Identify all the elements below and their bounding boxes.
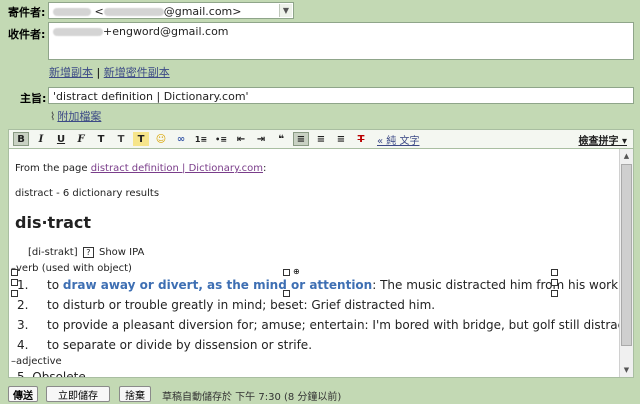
selection-handle[interactable]: [11, 269, 18, 276]
font-size-button[interactable]: T: [93, 132, 109, 146]
def-text: to separate or divide by dissension or s…: [47, 338, 313, 352]
pronunciation-line: [di-strakt] ? Show IPA: [28, 247, 144, 258]
numbered-list-icon[interactable]: 1≡: [193, 132, 209, 146]
plain-text-link[interactable]: « 純 文字: [377, 132, 419, 147]
def-number: 2.: [17, 298, 29, 312]
selection-handle[interactable]: [551, 269, 558, 276]
highlight-color-button[interactable]: T: [133, 132, 149, 146]
link-icon[interactable]: ∞: [173, 132, 189, 146]
message-body-editor[interactable]: From the page distract definition | Dict…: [8, 149, 634, 378]
headword: dis·tract: [15, 213, 92, 232]
scroll-down-icon[interactable]: ▼: [620, 363, 633, 377]
quote-icon[interactable]: ❝: [273, 132, 289, 146]
source-link[interactable]: distract definition | Dictionary.com: [91, 163, 263, 174]
bulleted-list-icon[interactable]: •≡: [213, 132, 229, 146]
remove-formatting-icon[interactable]: T: [353, 132, 369, 146]
to-user-blurred: [53, 28, 103, 36]
help-icon[interactable]: ?: [82, 247, 94, 258]
add-bcc-link[interactable]: 新增密件副本: [104, 66, 170, 79]
from-name-blurred: [53, 8, 91, 16]
def-text: to disturb or trouble greatly in mind; b…: [47, 298, 436, 312]
outdent-icon[interactable]: ⇤: [233, 132, 249, 146]
add-cc-link[interactable]: 新增副本: [49, 66, 93, 79]
autosave-status: 草稿自動儲存於 下午 7:30 (8 分鐘以前): [162, 392, 342, 403]
show-ipa[interactable]: Show IPA: [99, 247, 144, 258]
def-text: to provide a pleasant diversion for; amu…: [47, 318, 634, 332]
results-count: distract - 6 dictionary results: [15, 188, 160, 199]
def-emphasis: draw away or divert, as the mind or atte…: [62, 278, 373, 292]
emoticon-icon[interactable]: ☺: [153, 132, 169, 146]
from-user-blurred: [103, 8, 164, 16]
list-item: 4. to separate or divide by dissension or…: [17, 338, 312, 352]
rotate-handle-icon[interactable]: ⊕: [293, 267, 300, 276]
list-item: 3. to provide a pleasant diversion for; a…: [17, 318, 634, 332]
align-left-icon[interactable]: ≡: [293, 132, 309, 146]
def-number: 4.: [17, 338, 29, 352]
from-email-suffix: @gmail.com>: [163, 5, 242, 18]
send-button[interactable]: 傳送: [8, 386, 38, 402]
align-center-icon[interactable]: ≡: [313, 132, 329, 146]
selection-handle[interactable]: [551, 290, 558, 297]
scroll-thumb[interactable]: [621, 164, 632, 346]
pronunciation: [di-strakt]: [28, 247, 78, 258]
from-page-prefix: From the page: [15, 163, 91, 174]
from-page-suffix: :: [263, 163, 267, 174]
def-example: : The music distracted him from his work…: [372, 278, 622, 292]
formatting-toolbar: B I U F T T T ☺ ∞ 1≡ •≡ ⇤ ⇥ ❝ ≡ ≡ ≡ T « …: [8, 129, 634, 149]
selection-handle[interactable]: [11, 279, 18, 286]
from-open-bracket: <: [94, 5, 104, 18]
selection-handle[interactable]: [283, 269, 290, 276]
def-text: to: [47, 278, 63, 292]
list-item: 1. to draw away or divert, as the mind or…: [17, 278, 622, 292]
def-number: 3.: [17, 318, 29, 332]
pos-verb: –verb (used with object): [11, 263, 132, 274]
to-value: +engword@gmail.com: [103, 25, 229, 38]
editor-scrollbar[interactable]: ▲ ▼: [619, 149, 633, 377]
indent-icon[interactable]: ⇥: [253, 132, 269, 146]
to-field[interactable]: +engword@gmail.com: [48, 22, 634, 60]
align-right-icon[interactable]: ≡: [333, 132, 349, 146]
font-button[interactable]: F: [73, 132, 89, 146]
chevron-down-icon[interactable]: ▼: [279, 4, 292, 17]
def-number: 1.: [17, 278, 29, 292]
italic-button[interactable]: I: [33, 132, 49, 146]
from-select[interactable]: < <@gmail.com> ▼: [48, 2, 294, 19]
underline-button[interactable]: U: [53, 132, 69, 146]
selection-handle[interactable]: [283, 290, 290, 297]
partial-next-item: 5. Obsolete.: [17, 370, 90, 378]
cc-separator: |: [96, 66, 101, 79]
discard-button[interactable]: 捨棄: [119, 386, 151, 402]
list-item: 2. to disturb or trouble greatly in mind;…: [17, 298, 435, 312]
bold-button[interactable]: B: [13, 132, 29, 146]
scroll-up-icon[interactable]: ▲: [620, 149, 633, 163]
save-now-button[interactable]: 立即儲存: [46, 386, 110, 402]
attach-file-link[interactable]: 附加檔案: [57, 108, 101, 124]
to-label: 收件者:: [8, 28, 46, 41]
from-page-line: From the page distract definition | Dict…: [15, 163, 266, 174]
selection-handle[interactable]: [11, 290, 18, 297]
paperclip-icon: ⌇: [50, 109, 56, 123]
selection-handle[interactable]: [551, 279, 558, 286]
text-color-button[interactable]: T: [113, 132, 129, 146]
pos-adjective: –adjective: [11, 356, 62, 367]
subject-input[interactable]: 'distract definition | Dictionary.com': [48, 87, 634, 104]
subject-label: 主旨:: [20, 92, 47, 105]
spellcheck-button[interactable]: 檢查拼字 ▾: [578, 132, 627, 147]
from-label: 寄件者:: [8, 6, 46, 19]
